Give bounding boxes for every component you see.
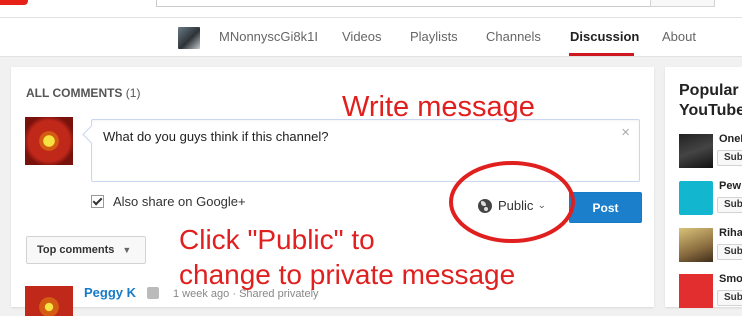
active-tab-indicator xyxy=(569,53,634,56)
annotation-click-line2: change to private message xyxy=(179,259,516,290)
channel-name[interactable]: MNonnyscGi8k1I xyxy=(219,29,318,44)
annotation-write-message: Write message xyxy=(342,91,535,123)
share-google-plus[interactable]: Also share on Google+ xyxy=(91,194,246,209)
comments-heading-label: ALL COMMENTS xyxy=(26,86,123,100)
popular-title-line1: Popular xyxy=(679,82,739,99)
tab-videos[interactable]: Videos xyxy=(342,29,382,44)
search-input[interactable] xyxy=(156,0,652,7)
channel-item-name[interactable]: Riha xyxy=(719,227,742,239)
subscribe-button[interactable]: Sub xyxy=(717,244,742,260)
tab-discussion[interactable]: Discussion xyxy=(570,29,639,44)
channel-thumb[interactable] xyxy=(679,181,713,215)
visibility-label: Public xyxy=(498,198,534,213)
annotation-click-public: Click "Public" to change to private mess… xyxy=(179,222,515,292)
comments-heading: ALL COMMENTS (1) xyxy=(26,86,140,100)
subscribe-button[interactable]: Sub xyxy=(717,197,742,213)
chevron-down-icon: ▼ xyxy=(122,245,132,255)
sort-label: Top comments xyxy=(37,244,115,256)
channel-item-name[interactable]: OneR xyxy=(719,133,742,145)
subscribe-button[interactable]: Sub xyxy=(717,290,742,306)
comment-author-avatar[interactable] xyxy=(25,286,73,316)
tab-channels[interactable]: Channels xyxy=(486,29,541,44)
channel-thumb[interactable] xyxy=(679,274,713,308)
youtube-logo[interactable] xyxy=(0,0,28,5)
sort-comments-dropdown[interactable]: Top comments ▼ xyxy=(26,236,146,264)
comment-input[interactable]: What do you guys think if this channel? … xyxy=(82,119,640,182)
channel-item-name[interactable]: Pew xyxy=(719,180,741,192)
comments-count: (1) xyxy=(125,86,141,100)
channel-nav: MNonnyscGi8k1I Videos Playlists Channels… xyxy=(0,18,742,57)
share-label: Also share on Google+ xyxy=(113,194,246,209)
comment-author[interactable]: Peggy K xyxy=(84,285,136,300)
share-checkbox[interactable] xyxy=(91,195,104,208)
annotation-click-line1: Click "Public" to xyxy=(179,224,375,255)
popular-channels-panel: Popular YouTube OneR Sub Pew Sub Riha Su… xyxy=(665,67,742,308)
google-plus-icon xyxy=(147,287,159,299)
user-avatar xyxy=(25,117,73,165)
visibility-dropdown[interactable]: Public ⌄ xyxy=(478,198,547,213)
channel-thumb[interactable] xyxy=(679,134,713,168)
close-icon[interactable]: × xyxy=(621,124,630,141)
tab-playlists[interactable]: Playlists xyxy=(410,29,458,44)
search-button[interactable] xyxy=(650,0,715,7)
tab-about[interactable]: About xyxy=(662,29,696,44)
channel-avatar[interactable] xyxy=(178,27,200,49)
popular-title-line2: YouTube xyxy=(679,102,742,119)
top-bar xyxy=(0,0,742,18)
channel-thumb[interactable] xyxy=(679,228,713,262)
comment-box-arrow xyxy=(82,125,101,144)
globe-icon xyxy=(478,198,492,213)
post-button[interactable]: Post xyxy=(569,192,642,223)
channel-item-name[interactable]: Smo xyxy=(719,273,742,285)
comment-input-text: What do you guys think if this channel? xyxy=(103,129,329,144)
subscribe-button[interactable]: Sub xyxy=(717,150,742,166)
popular-channels-title: Popular YouTube xyxy=(679,81,742,121)
chevron-down-icon: ⌄ xyxy=(537,200,547,210)
